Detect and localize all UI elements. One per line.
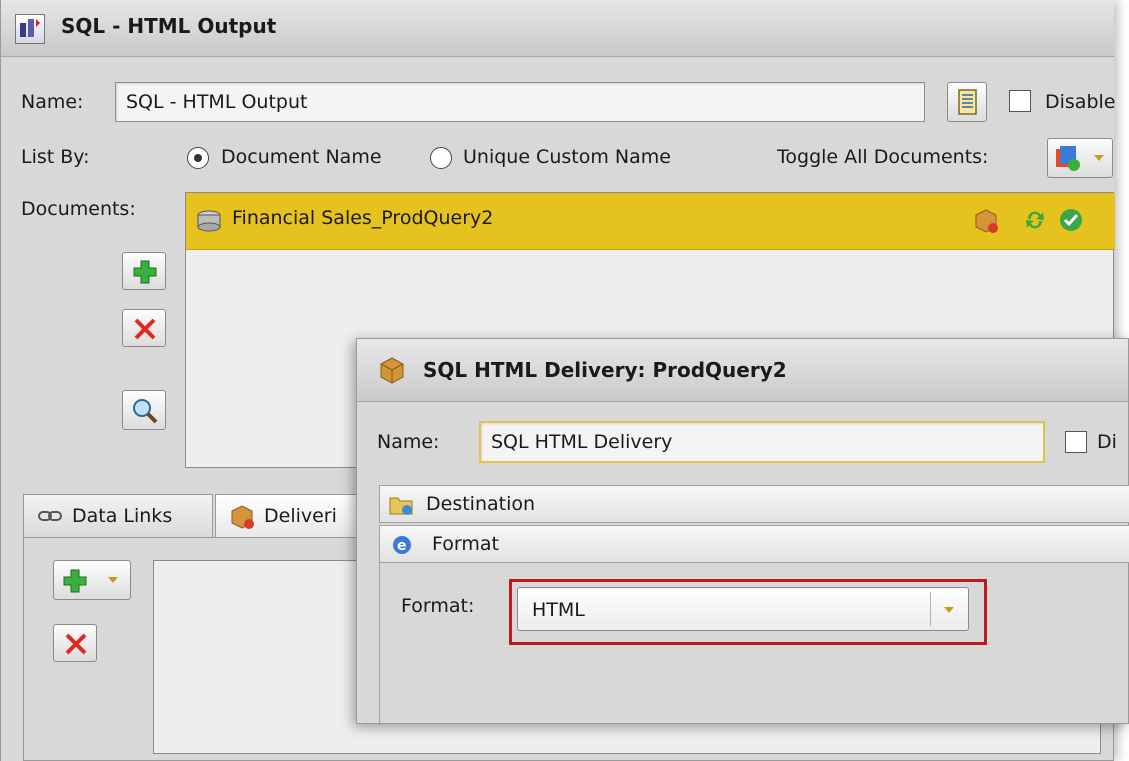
close-icon: [65, 633, 87, 655]
format-label: Format:: [401, 595, 475, 617]
dialog-name-input[interactable]: SQL HTML Delivery: [479, 421, 1045, 463]
search-document-button[interactable]: [122, 390, 166, 430]
dialog-title-bar: SQL HTML Delivery: ProdQuery2: [357, 339, 1128, 402]
disable-checkbox[interactable]: [1009, 90, 1031, 112]
package-icon: [380, 357, 404, 384]
disable-label: Disable: [1045, 91, 1116, 113]
toggle-all-label: Toggle All Documents:: [777, 146, 989, 168]
list-by-label: List By:: [21, 146, 90, 168]
remove-delivery-button[interactable]: [53, 624, 97, 662]
tab-deliveries-label: Deliveri: [264, 505, 337, 527]
remove-document-button[interactable]: [122, 309, 166, 347]
section-format-label: Format: [432, 533, 499, 555]
refresh-icon[interactable]: [1022, 207, 1048, 233]
radio-document-name-label: Document Name: [221, 146, 382, 168]
section-destination[interactable]: Destination: [379, 485, 1129, 523]
section-format[interactable]: e Format: [379, 525, 1129, 563]
window-title: SQL - HTML Output: [61, 14, 277, 38]
database-icon: [197, 210, 221, 232]
tab-data-links-label: Data Links: [72, 505, 173, 527]
tab-deliveries[interactable]: Deliveri: [215, 494, 365, 538]
plus-icon: [133, 260, 157, 284]
magnifier-icon: [133, 399, 158, 424]
app-icon: [15, 14, 45, 44]
format-select[interactable]: HTML: [517, 587, 969, 631]
toggle-all-button[interactable]: [1047, 138, 1113, 178]
document-name: Financial Sales_ProdQuery2: [232, 207, 494, 229]
name-label: Name:: [21, 91, 84, 113]
radio-unique-custom-name[interactable]: [430, 147, 452, 169]
plus-icon: [63, 569, 87, 593]
format-select-value: HTML: [532, 599, 585, 621]
delivery-dialog: SQL HTML Delivery: ProdQuery2 Name: SQL …: [356, 338, 1129, 725]
add-delivery-button[interactable]: [53, 560, 131, 600]
chevron-down-icon: [1094, 155, 1104, 161]
delivery-icon[interactable]: [972, 207, 1000, 235]
title-bar: SQL - HTML Output: [1, 0, 1114, 57]
dialog-name-label: Name:: [377, 431, 440, 453]
name-input[interactable]: SQL - HTML Output: [115, 82, 925, 122]
notes-button[interactable]: [947, 82, 987, 122]
delivery-tab-icon: [231, 505, 254, 529]
link-icon: [38, 511, 62, 521]
chevron-down-icon: [944, 607, 954, 613]
section-destination-label: Destination: [426, 493, 536, 515]
svg-text:e: e: [397, 538, 407, 554]
notes-icon: [958, 89, 977, 115]
select-divider: [930, 592, 931, 626]
toggle-documents-icon: [1056, 146, 1080, 171]
folder-icon: [389, 497, 413, 515]
browser-icon: e: [393, 536, 411, 554]
documents-label: Documents:: [21, 198, 136, 220]
chevron-down-icon: [108, 577, 118, 583]
check-icon[interactable]: [1058, 207, 1084, 233]
close-icon: [134, 318, 156, 340]
add-document-button[interactable]: [122, 252, 166, 290]
tab-data-links[interactable]: Data Links: [23, 494, 213, 538]
dialog-disable-checkbox[interactable]: [1065, 431, 1087, 453]
document-row[interactable]: Financial Sales_ProdQuery2: [186, 193, 1115, 250]
dialog-title: SQL HTML Delivery: ProdQuery2: [423, 358, 787, 382]
dialog-disable-label: Di: [1097, 431, 1117, 453]
radio-document-name[interactable]: [187, 147, 209, 169]
radio-unique-custom-name-label: Unique Custom Name: [463, 146, 671, 168]
